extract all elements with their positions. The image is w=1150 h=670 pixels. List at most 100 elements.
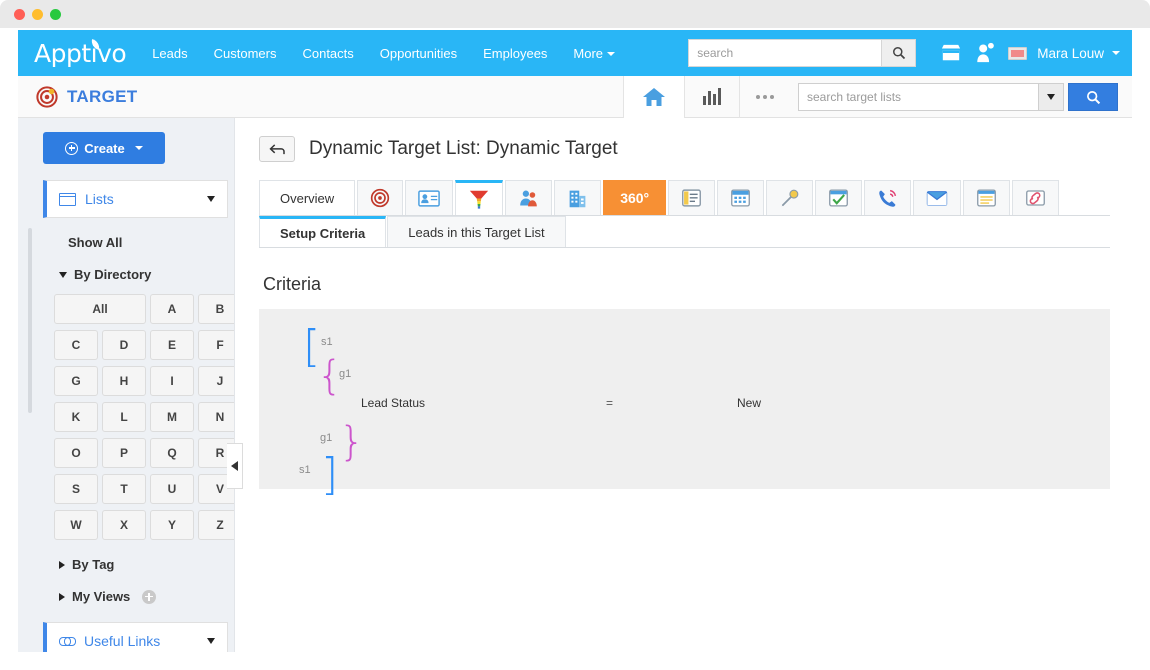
reports-button[interactable]: [684, 76, 739, 118]
tab-overview[interactable]: Overview: [259, 180, 355, 215]
sidebar-useful-links-panel[interactable]: Useful Links: [43, 622, 228, 652]
alpha-key-i[interactable]: I: [150, 366, 194, 396]
nav-link-customers[interactable]: Customers: [214, 46, 277, 61]
group-close-tag: g1: [320, 432, 332, 444]
user-alert-button[interactable]: [968, 30, 1002, 76]
alpha-key-f[interactable]: F: [198, 330, 234, 360]
alpha-key-u[interactable]: U: [150, 474, 194, 504]
sidebar-scrollbar[interactable]: [28, 228, 32, 413]
nav-link-employees[interactable]: Employees: [483, 46, 547, 61]
target-list-search-button[interactable]: [1068, 83, 1118, 111]
alpha-key-s[interactable]: S: [54, 474, 98, 504]
apptivo-logo[interactable]: Apptivo: [34, 39, 126, 68]
nav-link-contacts[interactable]: Contacts: [302, 46, 353, 61]
subtab-setup-criteria[interactable]: Setup Criteria: [259, 216, 386, 247]
window-minimize-button[interactable]: [32, 9, 43, 20]
sidebar-lists-panel[interactable]: Lists: [43, 180, 228, 218]
criteria-builder: [ s1 { g1 Lead Status = New g1 } s1 ]: [259, 309, 1110, 489]
create-button[interactable]: Create: [43, 132, 165, 164]
criteria-value-label[interactable]: New: [737, 396, 761, 410]
home-icon: [642, 86, 666, 108]
group-close-brace[interactable]: }: [339, 422, 364, 462]
back-button[interactable]: [259, 136, 295, 162]
global-search-button[interactable]: [881, 40, 915, 66]
tab-notes[interactable]: [668, 180, 715, 215]
home-button[interactable]: [623, 76, 684, 118]
alpha-key-t[interactable]: T: [102, 474, 146, 504]
tab-target[interactable]: [357, 180, 403, 215]
top-nav-right-group: Mara Louw: [688, 30, 1120, 76]
tab-task[interactable]: [815, 180, 862, 215]
alpha-key-m[interactable]: M: [150, 402, 194, 432]
alpha-key-d[interactable]: D: [102, 330, 146, 360]
target-icon: [36, 86, 58, 108]
building-icon: [567, 188, 588, 209]
alpha-key-y[interactable]: Y: [150, 510, 194, 540]
tab-email[interactable]: [913, 180, 961, 215]
nav-link-more[interactable]: More: [573, 46, 615, 61]
sidebar: Create Lists Show All By Directory All A…: [18, 118, 234, 652]
target-list-search-dropdown[interactable]: [1038, 83, 1064, 111]
user-menu[interactable]: Mara Louw: [1008, 46, 1120, 61]
alpha-key-l[interactable]: L: [102, 402, 146, 432]
alpha-key-a[interactable]: A: [150, 294, 194, 324]
sidebar-collapse-handle[interactable]: [227, 443, 243, 489]
nav-link-leads[interactable]: Leads: [152, 46, 187, 61]
chevron-down-icon[interactable]: [207, 196, 215, 202]
sidebar-section-my-views[interactable]: My Views: [59, 589, 234, 604]
alpha-key-p[interactable]: P: [102, 438, 146, 468]
set-open-tag: s1: [321, 336, 333, 348]
alpha-key-c[interactable]: C: [54, 330, 98, 360]
app-body: Create Lists Show All By Directory All A…: [18, 118, 1132, 652]
subtab-leads-in-list[interactable]: Leads in this Target List: [387, 216, 565, 247]
global-search-input[interactable]: [689, 40, 881, 66]
set-close-bracket[interactable]: ]: [321, 453, 338, 497]
tab-contact-card[interactable]: [405, 180, 453, 215]
search-icon: [892, 46, 906, 60]
add-view-icon[interactable]: [142, 590, 156, 604]
target-list-search-input[interactable]: [798, 83, 1038, 111]
window-maximize-button[interactable]: [50, 9, 61, 20]
tab-attachments[interactable]: [1012, 180, 1059, 215]
nav-link-opportunities[interactable]: Opportunities: [380, 46, 457, 61]
alpha-key-x[interactable]: X: [102, 510, 146, 540]
app-title-group: TARGET: [36, 86, 137, 108]
sidebar-section-by-directory[interactable]: By Directory: [59, 267, 234, 282]
tab-criteria-funnel[interactable]: [455, 180, 503, 215]
alpha-key-g[interactable]: G: [54, 366, 98, 396]
top-navigation-bar: Apptivo Leads Customers Contacts Opportu…: [18, 30, 1132, 76]
chevron-right-icon: [59, 561, 65, 569]
tab-call-log[interactable]: [864, 180, 911, 215]
tab-calendar[interactable]: [717, 180, 764, 215]
criteria-field-label[interactable]: Lead Status: [361, 396, 425, 410]
alpha-key-w[interactable]: W: [54, 510, 98, 540]
alpha-key-z[interactable]: Z: [198, 510, 234, 540]
alpha-key-all[interactable]: All: [54, 294, 146, 324]
chevron-left-icon: [231, 461, 238, 471]
alpha-key-q[interactable]: Q: [150, 438, 194, 468]
alpha-key-k[interactable]: K: [54, 402, 98, 432]
tab-sticky-note[interactable]: [963, 180, 1010, 215]
search-icon: [1086, 90, 1101, 105]
sidebar-show-all[interactable]: Show All: [68, 235, 234, 250]
store-button[interactable]: [934, 30, 968, 76]
sticky-note-icon: [976, 188, 997, 208]
bar-chart-icon: [701, 87, 723, 107]
tab-pin[interactable]: [766, 180, 813, 215]
more-options-button[interactable]: [739, 76, 790, 118]
tab-people[interactable]: [505, 180, 552, 215]
sidebar-section-by-tag[interactable]: By Tag: [59, 557, 234, 572]
tab-building[interactable]: [554, 180, 601, 215]
alpha-key-b[interactable]: B: [198, 294, 234, 324]
criteria-operator-label[interactable]: =: [606, 396, 613, 410]
alpha-key-e[interactable]: E: [150, 330, 194, 360]
chevron-down-icon: [1112, 51, 1120, 55]
chevron-down-icon[interactable]: [207, 638, 215, 644]
contact-card-icon: [418, 190, 440, 207]
window-close-button[interactable]: [14, 9, 25, 20]
tab-360-view[interactable]: 360°: [603, 180, 666, 215]
alpha-key-j[interactable]: J: [198, 366, 234, 396]
alpha-key-n[interactable]: N: [198, 402, 234, 432]
alpha-key-h[interactable]: H: [102, 366, 146, 396]
alpha-key-o[interactable]: O: [54, 438, 98, 468]
